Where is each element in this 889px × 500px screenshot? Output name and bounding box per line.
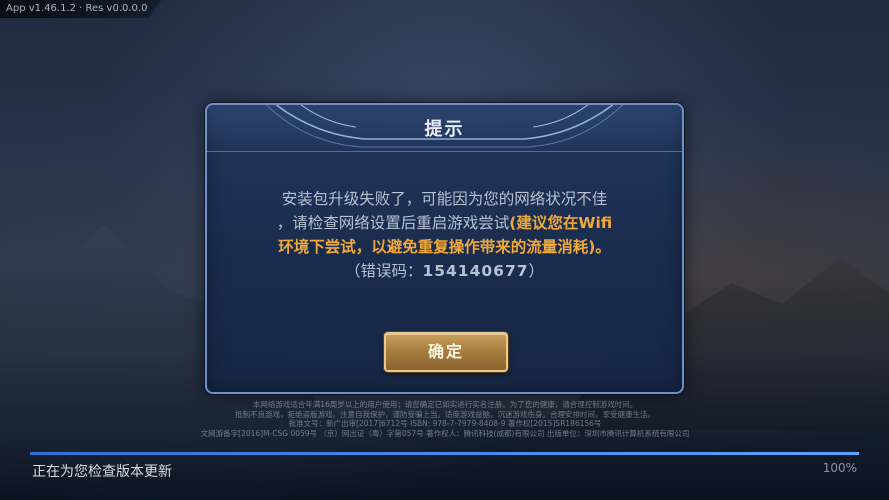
error-code-line: （错误码：154140677） <box>237 259 652 283</box>
error-code-suffix: ） <box>528 262 545 280</box>
update-percent: 100% <box>822 461 857 475</box>
wifi-advice-end: 环境下尝试，以避免重复操作带来的流量消耗)。 <box>278 238 611 256</box>
legal-notice: 本网络游戏适合年满16周岁以上的用户使用；请您确定已如实进行实名注册。为了您的健… <box>160 400 730 438</box>
game-screen: App v1.46.1.2 · Res v0.0.0.0 提示 安装包升级失败了… <box>0 0 889 500</box>
update-progress-fill <box>30 452 859 455</box>
alert-dialog: 提示 安装包升级失败了，可能因为您的网络状况不佳 ，请检查网络设置后重启游戏尝试… <box>205 103 684 394</box>
dialog-title: 提示 <box>424 119 465 140</box>
legal-line: 抵制不良游戏，拒绝盗版游戏。注意自我保护，谨防受骗上当。适度游戏益脑，沉迷游戏伤… <box>235 409 655 419</box>
message-line-1: 安装包升级失败了，可能因为您的网络状况不佳 <box>281 190 608 208</box>
error-code-value: 154140677 <box>422 262 529 280</box>
update-progress-bar <box>30 452 859 455</box>
update-status-text: 正在为您检查版本更新 <box>32 464 172 480</box>
message-line-2: ，请检查网络设置后重启游戏尝试(建议您在Wifi <box>237 211 652 235</box>
confirm-button[interactable]: 确定 <box>384 332 508 372</box>
error-code-prefix: （错误码： <box>344 262 423 280</box>
legal-line: 批准文号：新广出审[2017]6712号 ISBN: 978-7-7979-84… <box>288 419 602 428</box>
message-line-2-text: ，请检查网络设置后重启游戏尝试 <box>276 214 510 232</box>
dialog-message: 安装包升级失败了，可能因为您的网络状况不佳 ，请检查网络设置后重启游戏尝试(建议… <box>237 187 652 283</box>
wifi-advice-start: (建议您在Wifi <box>509 214 613 232</box>
legal-line: 本网络游戏适合年满16周岁以上的用户使用；请您确定已如实进行实名注册。为了您的健… <box>252 400 638 409</box>
legal-line: 文网游备字[2016]M-CSG 0059号 （京）网出证（粤）字第057号 著… <box>200 428 690 438</box>
version-tag: App v1.46.1.2 · Res v0.0.0.0 <box>0 0 162 18</box>
